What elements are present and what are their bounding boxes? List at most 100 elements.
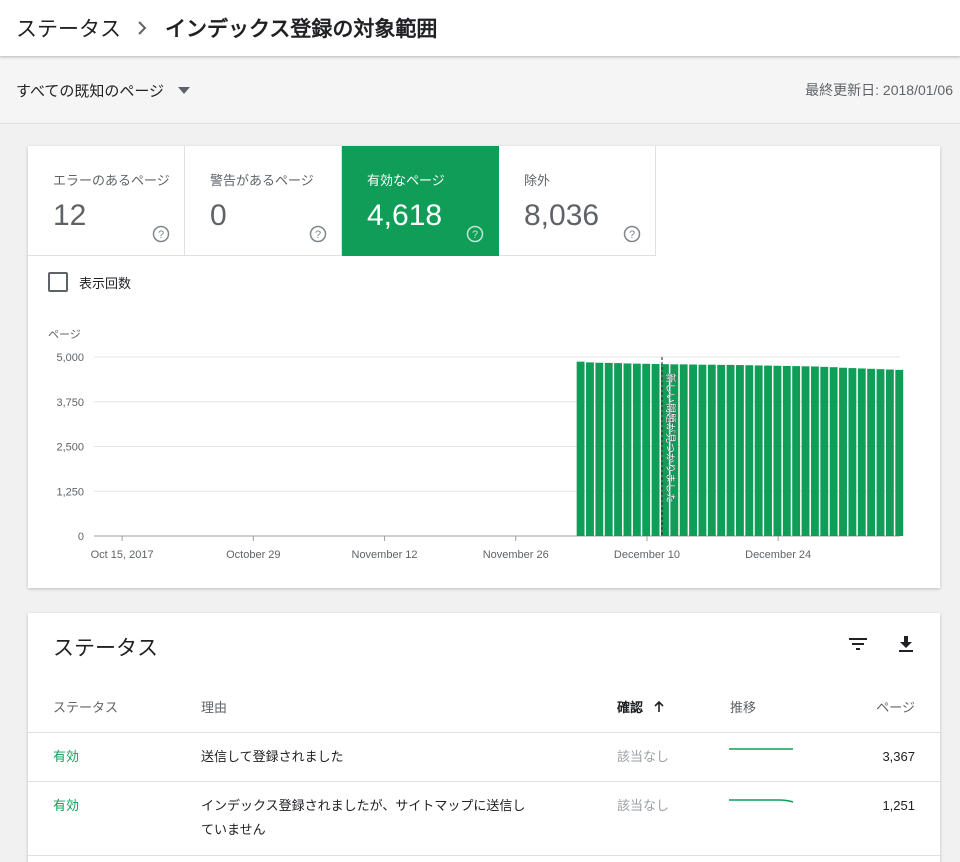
svg-text:?: ? [158, 229, 164, 241]
bar [848, 368, 857, 536]
impressions-checkbox[interactable] [48, 272, 68, 292]
row-reason-line1: インデックス登録されましたが、サイトマップに送信し [201, 798, 526, 813]
x-tick-label: December 10 [614, 549, 680, 561]
dropdown-arrow-icon[interactable] [178, 87, 191, 94]
bar [867, 368, 876, 536]
row-validation: 該当なし [617, 749, 670, 764]
annotation-text: 新しい問題が見つかりました [664, 373, 677, 503]
breadcrumb-root[interactable]: ステータス [16, 13, 121, 43]
bar [642, 363, 651, 536]
x-tick-label: November 26 [483, 549, 549, 561]
bar [764, 365, 772, 536]
y-axis-label: ページ [48, 329, 81, 341]
page-title: インデックス登録の対象範囲 [165, 18, 438, 41]
table-title: ステータス [53, 637, 158, 660]
bar [857, 368, 866, 536]
header-status[interactable]: ステータス [53, 697, 118, 716]
tile-excluded[interactable]: 除外 8,036 ? [499, 146, 656, 256]
y-axis-ticks: 5,000 3,750 2,500 1,250 0 [56, 352, 84, 543]
row-validation: 該当なし [617, 798, 670, 813]
last-updated-text: 最終更新日: 2018/01/06 [805, 82, 953, 98]
bar [651, 363, 660, 536]
x-tick-label: November 12 [352, 549, 418, 561]
tile-label: 警告があるページ [210, 173, 314, 188]
bar [801, 366, 810, 536]
summary-tiles: エラーのあるページ 12 ? 警告があるページ 0 ? 有効なページ 4,618… [28, 146, 656, 256]
help-icon[interactable]: ? [466, 225, 484, 243]
header-validation[interactable]: 確認 [617, 697, 665, 716]
bar [717, 364, 726, 536]
bar [707, 364, 716, 536]
bar [829, 367, 838, 536]
tile-label: 有効なページ [367, 173, 445, 188]
bar [586, 362, 594, 536]
bar [623, 363, 632, 536]
impressions-toggle[interactable]: 表示回数 [48, 272, 131, 292]
y-tick-label: 3,750 [56, 397, 84, 409]
status-table-card: ステータス ステータス 理由 確認 推移 ページ 有効 送信して登録されました … [28, 613, 940, 862]
help-icon[interactable]: ? [152, 225, 170, 243]
svg-text:?: ? [472, 229, 478, 241]
bar [773, 365, 782, 536]
filter-icon[interactable] [846, 632, 870, 656]
trend-sparkline [729, 799, 794, 803]
help-icon[interactable]: ? [623, 225, 641, 243]
bar [576, 361, 585, 536]
bar [876, 369, 885, 536]
tile-label: エラーのあるページ [53, 173, 170, 188]
pages-bar-chart: ページ 5,0003,7502,5001,2500 Oct 15, 2017 Oc… [48, 329, 904, 561]
svg-text:?: ? [629, 229, 635, 241]
bar [792, 366, 801, 536]
x-axis-ticks: Oct 15, 2017 October 29 November 12 Novembe… [91, 536, 811, 561]
bar [614, 363, 623, 536]
tile-label: 除外 [524, 173, 551, 188]
filter-bar: すべての既知のページ 最終更新日: 2018/01/06 [0, 58, 960, 124]
bar [745, 365, 754, 536]
svg-text:?: ? [315, 229, 321, 241]
trend-sparkline [729, 748, 793, 750]
bar [895, 369, 904, 536]
x-tick-label: Oct 15, 2017 [91, 549, 154, 561]
row-reason-line2: ていません [201, 822, 266, 837]
row-reason: 送信して登録されました [201, 749, 344, 764]
y-tick-label: 1,250 [56, 486, 84, 498]
bar [820, 366, 829, 536]
bar [810, 366, 819, 536]
x-tick-label: October 29 [226, 549, 280, 561]
coverage-chart-card: エラーのあるページ 12 ? 警告があるページ 0 ? 有効なページ 4,618… [28, 146, 940, 588]
row-pages: 1,251 [882, 798, 915, 813]
top-bar: ステータス インデックス登録の対象範囲 [0, 0, 960, 56]
x-tick-label: December 24 [745, 549, 811, 561]
bar [735, 365, 744, 536]
header-validation-label: 確認 [617, 700, 644, 715]
bar [754, 365, 763, 536]
bar [604, 362, 613, 536]
page-filter-dropdown[interactable]: すべての既知のページ [16, 80, 164, 101]
bar [632, 363, 641, 536]
bar [782, 365, 791, 536]
bar [839, 367, 847, 536]
table-header: ステータス 理由 確認 推移 ページ [28, 681, 940, 733]
y-tick-label: 2,500 [56, 442, 84, 454]
bar [698, 364, 707, 536]
help-icon[interactable]: ? [309, 225, 327, 243]
tile-valid[interactable]: 有効なページ 4,618 ? [342, 146, 499, 256]
table-row[interactable]: 有効 送信して登録されました 該当なし 3,367 [28, 733, 940, 782]
bars [576, 361, 904, 536]
header-pages[interactable]: ページ [876, 697, 915, 716]
download-icon[interactable] [894, 632, 918, 656]
table-row[interactable]: 有効 インデックス登録されましたが、サイトマップに送信し ていません 該当なし … [28, 782, 940, 856]
row-status: 有効 [53, 749, 80, 764]
tile-errors[interactable]: エラーのあるページ 12 ? [28, 146, 185, 256]
row-status: 有効 [53, 798, 80, 813]
header-trend[interactable]: 推移 [730, 697, 756, 716]
y-tick-label: 5,000 [56, 352, 84, 364]
arrow-up-icon [654, 700, 664, 712]
chevron-right-icon [137, 21, 147, 35]
header-reason[interactable]: 理由 [201, 697, 227, 716]
bar [689, 364, 697, 536]
y-tick-label: 0 [78, 531, 84, 543]
row-pages: 3,367 [882, 749, 915, 764]
bar [726, 364, 735, 536]
tile-warnings[interactable]: 警告があるページ 0 ? [185, 146, 342, 256]
